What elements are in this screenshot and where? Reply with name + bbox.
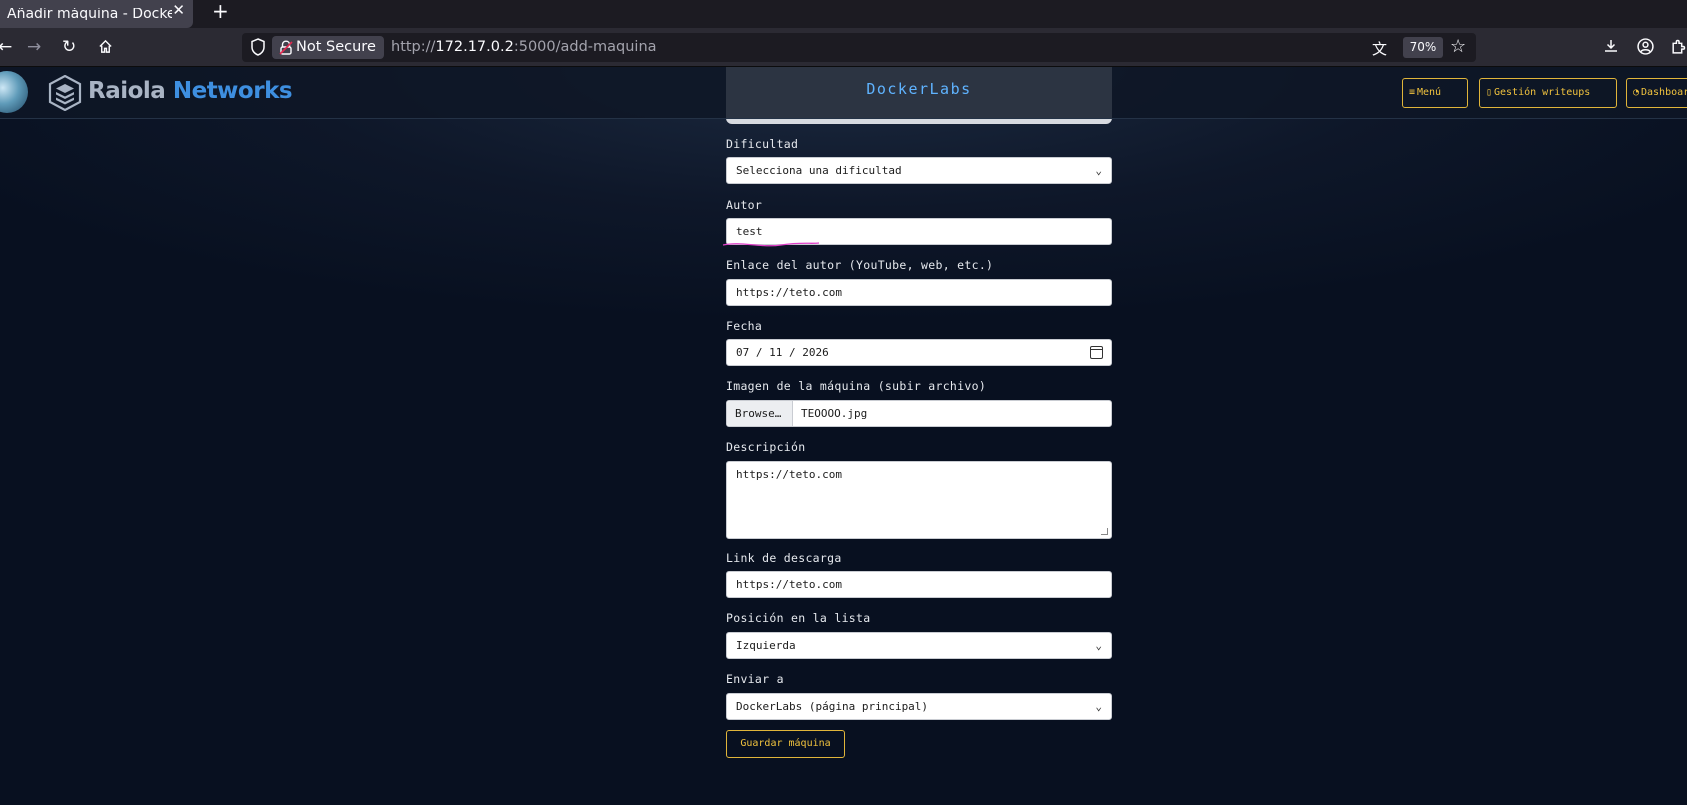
autor-value: test — [736, 225, 763, 238]
account-icon[interactable] — [1637, 38, 1654, 55]
tab-title: Añadir máquina - DockerLabs — [7, 8, 172, 20]
menu-button[interactable]: ≡ Menú — [1402, 78, 1468, 108]
new-tab-button[interactable]: + — [212, 0, 229, 22]
browser-tab[interactable]: Añadir máquina - DockerLabs ✕ — [0, 0, 193, 28]
link-input[interactable]: https://teto.com — [726, 571, 1112, 598]
extensions-icon[interactable] — [1670, 38, 1687, 55]
chevron-down-icon: ⌄ — [1095, 164, 1102, 177]
menu-label: Menú — [1417, 87, 1442, 98]
calendar-icon[interactable] — [1090, 346, 1103, 359]
menu-icon: ≡ — [1409, 87, 1416, 98]
posicion-label: Posición en la lista — [726, 611, 871, 625]
dificultad-value: Selecciona una dificultad — [736, 164, 902, 177]
url-prefix: http:// — [391, 39, 436, 55]
dashboard-button[interactable]: ◔ Dashboard — [1626, 78, 1687, 108]
enlace-value: https://teto.com — [736, 286, 842, 299]
gauge-icon: ◔ — [1633, 87, 1640, 98]
writeups-button[interactable]: ▯ Gestión writeups — [1479, 78, 1617, 108]
browser-nav-bar: ← → ↻ Not Secure http://172.17.0.2:5000/… — [0, 28, 1687, 67]
writeups-label: Gestión writeups — [1494, 87, 1591, 98]
enlace-input[interactable]: https://teto.com — [726, 279, 1112, 306]
save-button[interactable]: Guardar máquina — [726, 730, 845, 758]
posicion-value: Izquierda — [736, 639, 796, 652]
chevron-down-icon: ⌄ — [1095, 700, 1102, 713]
enlace-label: Enlace del autor (YouTube, web, etc.) — [726, 258, 994, 272]
shield-icon[interactable] — [250, 38, 266, 56]
resize-grip-icon[interactable] — [1101, 528, 1108, 535]
bookmark-star-icon[interactable]: ☆ — [1450, 36, 1466, 57]
browser-tab-bar: Añadir máquina - DockerLabs ✕ + — [0, 0, 1687, 28]
dificultad-label: Dificultad — [726, 137, 799, 151]
chevron-down-icon: ⌄ — [1095, 639, 1102, 652]
descripcion-textarea[interactable]: https://teto.com — [726, 461, 1112, 539]
autor-label: Autor — [726, 198, 763, 212]
url-bar[interactable]: Not Secure http://172.17.0.2:5000/add-ma… — [242, 33, 1476, 62]
tab-close-icon[interactable]: ✕ — [172, 3, 185, 18]
home-icon[interactable] — [98, 39, 113, 54]
fecha-input[interactable]: 07 / 11 / 2026 — [726, 339, 1112, 366]
downloads-icon[interactable] — [1603, 38, 1619, 54]
link-value: https://teto.com — [736, 578, 842, 591]
browse-button[interactable]: Browse… — [727, 401, 793, 426]
back-icon[interactable]: ← — [0, 37, 12, 57]
forward-icon[interactable]: → — [27, 37, 41, 57]
url-text[interactable]: http://172.17.0.2:5000/add-maquina — [391, 33, 657, 62]
imagen-file-input[interactable]: Browse… TEOOOO.jpg — [726, 400, 1112, 427]
document-icon: ▯ — [1486, 87, 1493, 98]
not-secure-text: Not Secure — [296, 39, 376, 55]
posicion-select[interactable]: Izquierda ⌄ — [726, 632, 1112, 659]
site-header: Raiola Networks DockerLabs ≡ Menú ▯ Gest… — [0, 67, 1687, 119]
dashboard-label: Dashboard — [1641, 87, 1687, 98]
not-secure-badge[interactable]: Not Secure — [272, 36, 384, 59]
fecha-label: Fecha — [726, 319, 763, 333]
enviar-select[interactable]: DockerLabs (página principal) ⌄ — [726, 693, 1112, 720]
descripcion-label: Descripción — [726, 440, 806, 454]
annotation-underline — [722, 242, 820, 247]
insecure-lock-icon — [279, 40, 293, 55]
url-host: 172.17.0.2 — [435, 39, 514, 55]
enviar-label: Enviar a — [726, 672, 784, 686]
page-content: Raiola Networks DockerLabs ≡ Menú ▯ Gest… — [0, 67, 1687, 805]
reload-icon[interactable]: ↻ — [62, 37, 76, 57]
dificultad-select[interactable]: Selecciona una dificultad ⌄ — [726, 157, 1112, 184]
imagen-label: Imagen de la máquina (subir archivo) — [726, 379, 987, 393]
url-path: :5000/add-maquina — [513, 39, 657, 55]
zoom-level[interactable]: 70% — [1403, 37, 1443, 58]
enviar-value: DockerLabs (página principal) — [736, 700, 929, 713]
imagen-filename: TEOOOO.jpg — [801, 407, 868, 420]
descripcion-value: https://teto.com — [736, 468, 842, 481]
link-label: Link de descarga — [726, 551, 842, 565]
translate-icon[interactable]: 文 — [1372, 38, 1387, 59]
fecha-value: 07 / 11 / 2026 — [736, 346, 829, 359]
